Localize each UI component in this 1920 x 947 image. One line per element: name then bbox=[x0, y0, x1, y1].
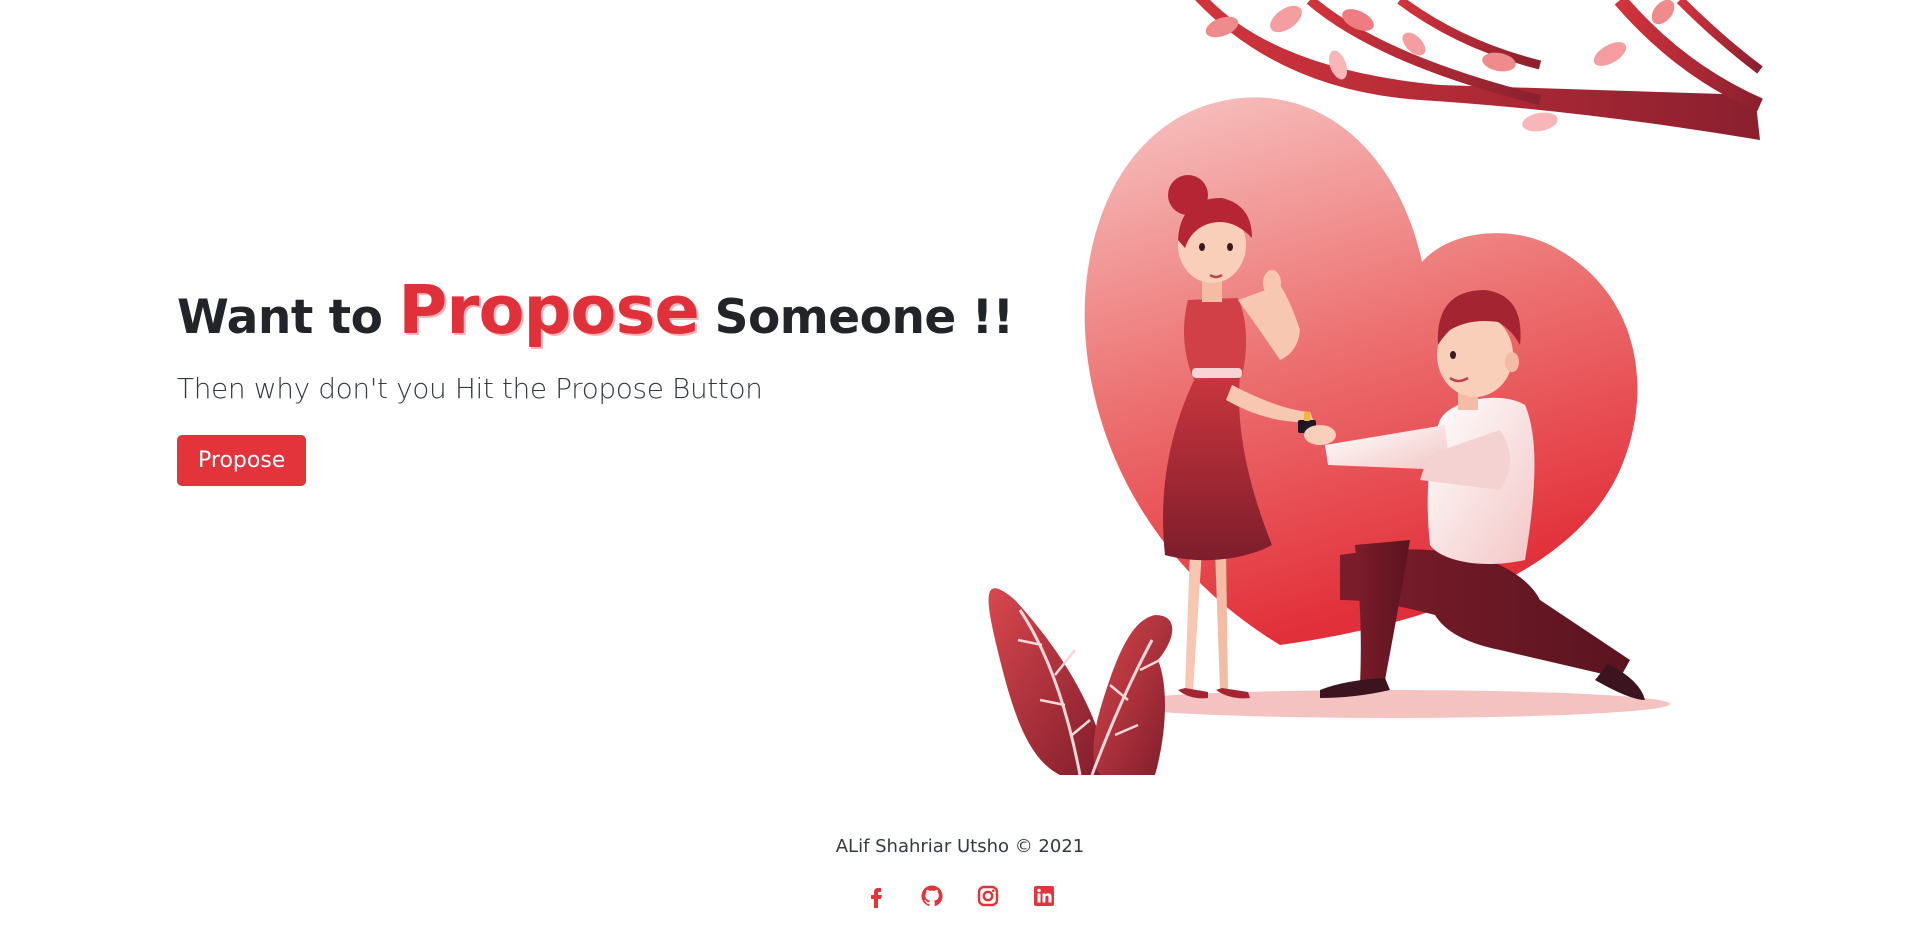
proposal-illustration-svg bbox=[988, 0, 1763, 776]
instagram-link[interactable] bbox=[976, 884, 1000, 908]
hero-section: Want to Propose Someone !! Then why don'… bbox=[177, 270, 1014, 487]
footer-credit: ALif Shahriar Utsho © 2021 bbox=[835, 836, 1085, 857]
linkedin-link[interactable] bbox=[1032, 884, 1056, 908]
headline-suffix: Someone !! bbox=[698, 290, 1014, 345]
linkedin-icon bbox=[1034, 886, 1054, 906]
plant bbox=[988, 588, 1173, 776]
headline: Want to Propose Someone !! bbox=[177, 270, 1014, 350]
facebook-icon bbox=[871, 888, 882, 908]
footer: ALif Shahriar Utsho © 2021 bbox=[0, 836, 1920, 908]
page: Want to Propose Someone !! Then why don'… bbox=[0, 0, 1920, 947]
instagram-icon bbox=[977, 885, 999, 907]
headline-accent-word: Propose bbox=[398, 271, 699, 349]
github-icon bbox=[921, 885, 943, 907]
github-link[interactable] bbox=[920, 884, 944, 908]
propose-button[interactable]: Propose bbox=[177, 435, 307, 487]
headline-prefix: Want to bbox=[177, 290, 399, 345]
facebook-link[interactable] bbox=[864, 884, 888, 908]
subtitle: Then why don't you Hit the Propose Butto… bbox=[177, 372, 763, 406]
proposal-illustration bbox=[980, 0, 1770, 780]
social-links bbox=[0, 884, 1920, 908]
